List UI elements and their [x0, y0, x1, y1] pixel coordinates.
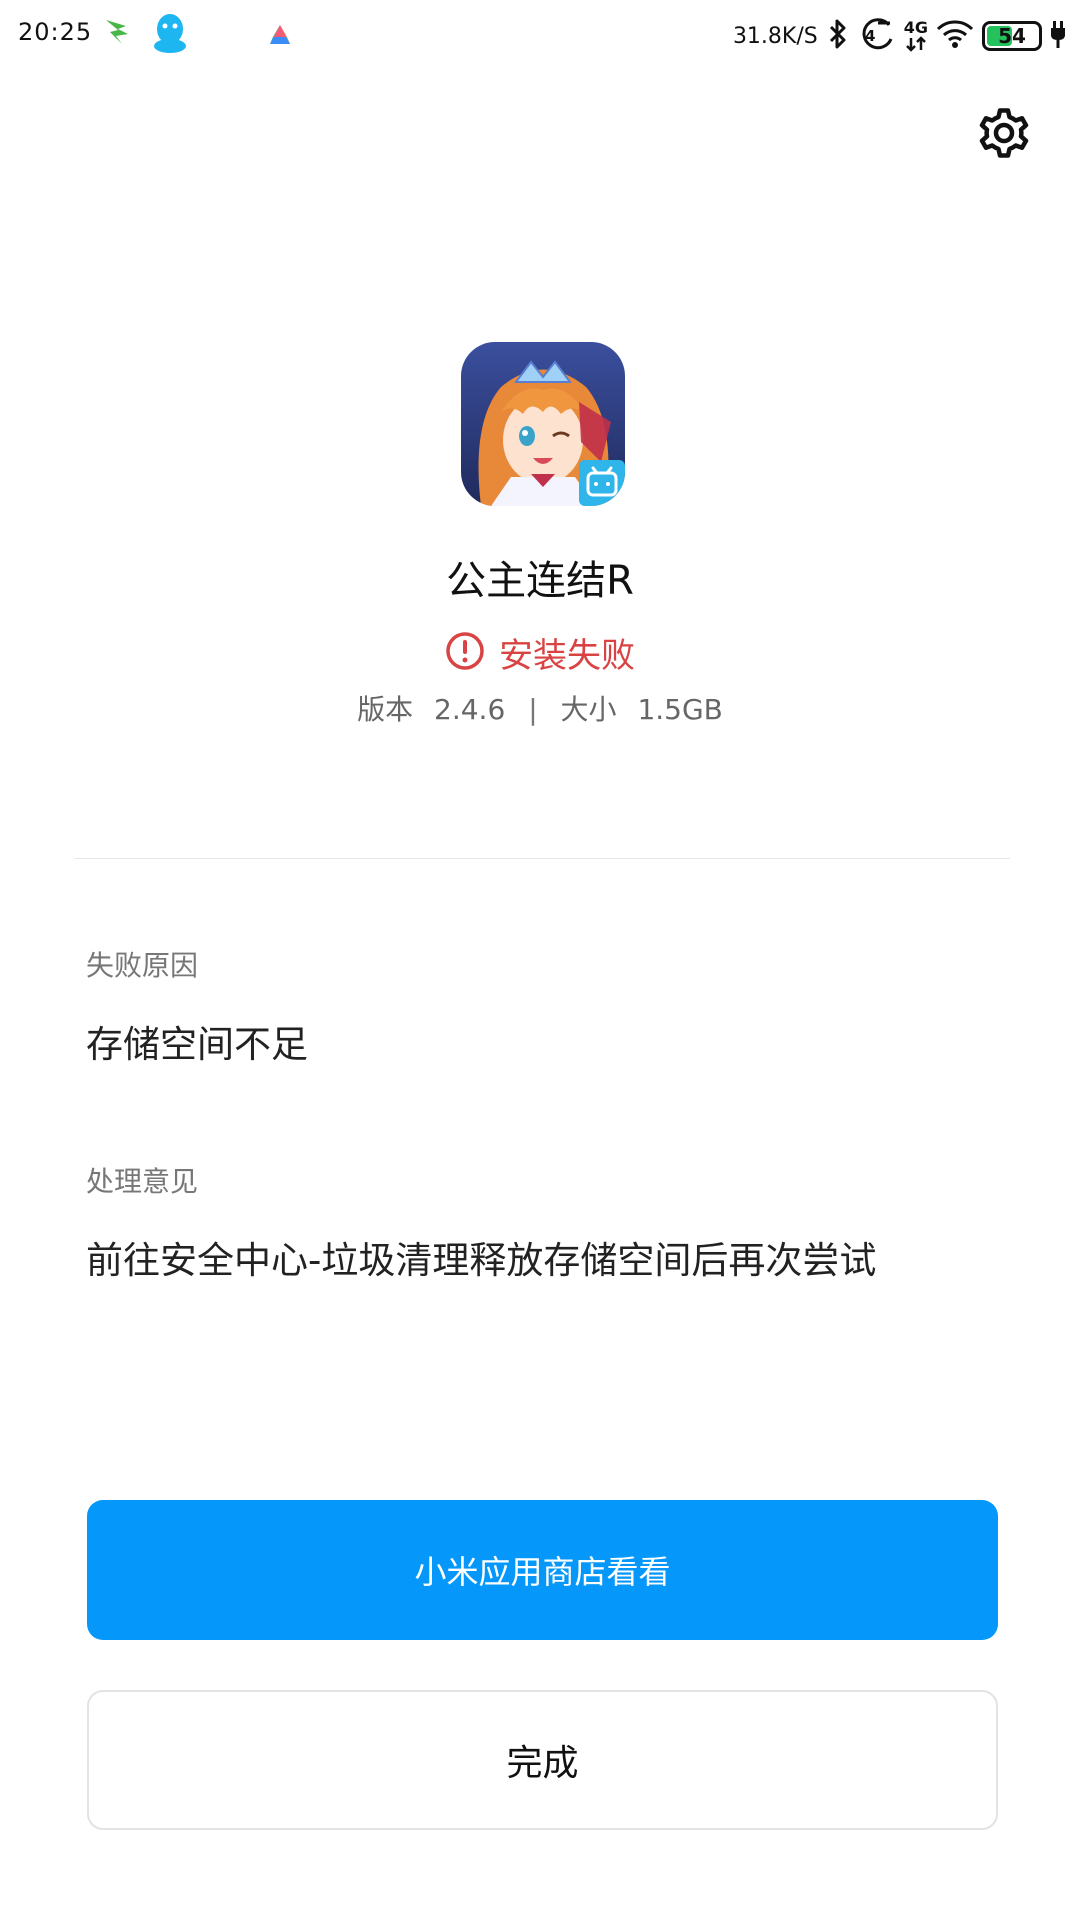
wifi-icon	[936, 19, 974, 53]
volte-icon: 4	[856, 17, 896, 55]
battery-icon: 54	[982, 21, 1042, 51]
divider	[75, 858, 1010, 859]
status-time: 20:25	[18, 18, 93, 46]
open-app-store-label: 小米应用商店看看	[414, 1553, 671, 1591]
meta-separator: |	[528, 693, 538, 726]
suggestion-label: 处理意见	[86, 1165, 199, 1198]
done-button[interactable]: 完成	[87, 1690, 998, 1830]
size-label: 大小	[560, 693, 617, 726]
size-value: 1.5GB	[637, 693, 723, 726]
bluetooth-icon	[828, 18, 848, 54]
qq-penguin-icon	[152, 12, 188, 58]
settings-button[interactable]	[974, 105, 1034, 165]
drive-app-icon	[268, 24, 292, 50]
battery-level: 54	[998, 24, 1026, 48]
status-right-group: 31.8K/S 4 4G 54	[733, 14, 1066, 58]
failure-reason: 存储空间不足	[86, 1023, 308, 1066]
gear-icon	[975, 104, 1033, 166]
svg-text:4: 4	[865, 27, 875, 45]
status-bar: 20:25 31.8K/S 4 4G 54	[0, 0, 1080, 72]
signal-label: 4G	[903, 18, 928, 37]
app-icon	[461, 342, 625, 506]
done-label: 完成	[506, 1743, 579, 1784]
app-name: 公主连结R	[446, 558, 634, 604]
charging-plug-icon	[1050, 19, 1066, 53]
open-app-store-button[interactable]: 小米应用商店看看	[87, 1500, 998, 1640]
network-speed: 31.8K/S	[732, 23, 818, 49]
suggestion-text: 前往安全中心-垃圾清理释放存储空间后再次尝试	[86, 1239, 877, 1282]
version-value: 2.4.6	[434, 693, 506, 726]
install-status-text: 安装失败	[499, 636, 635, 676]
app-meta: 版本 2.4.6 | 大小 1.5GB	[0, 688, 1080, 728]
version-label: 版本	[357, 693, 414, 726]
signal-4g-icon: 4G	[904, 20, 928, 52]
install-status: 安装失败	[0, 628, 1080, 677]
error-icon	[445, 631, 485, 675]
failure-reason-label: 失败原因	[86, 949, 199, 982]
leaf-app-icon	[104, 16, 132, 50]
